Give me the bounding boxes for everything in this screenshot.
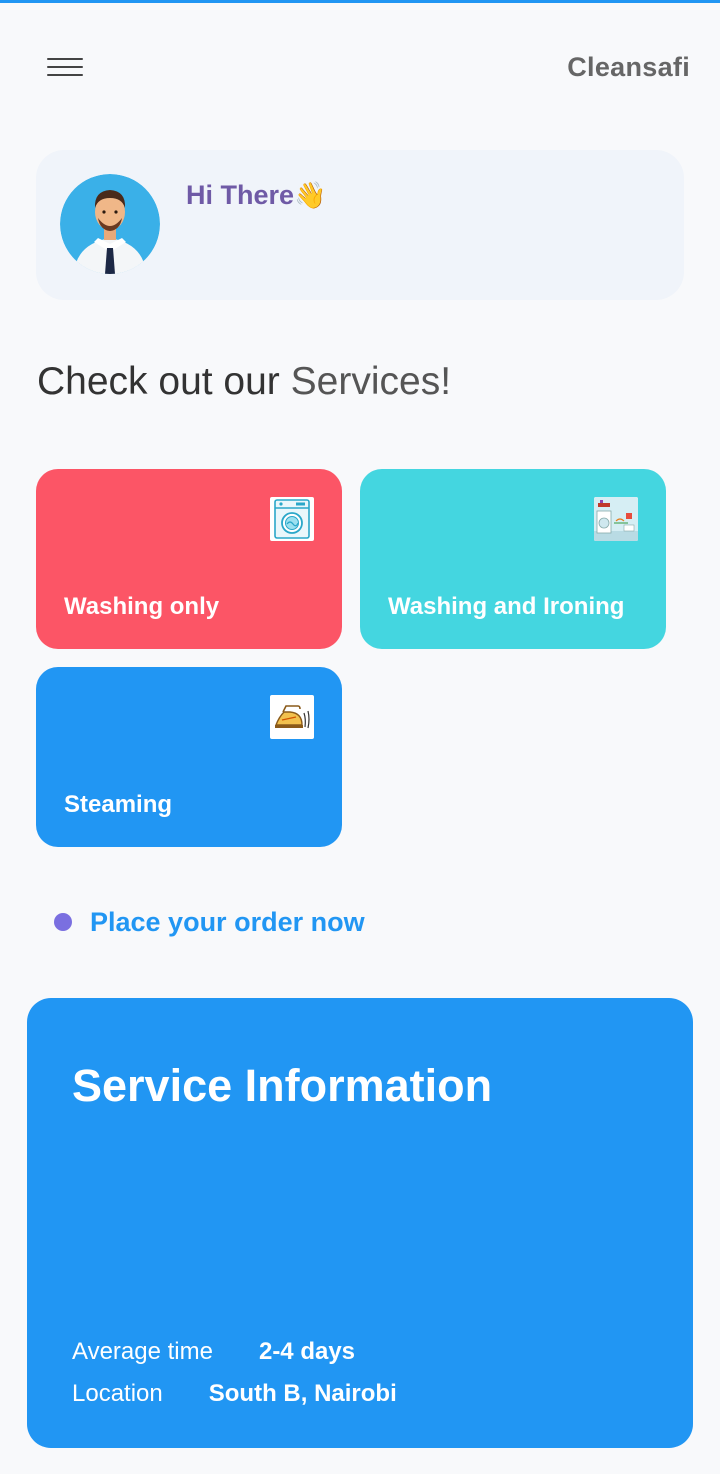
user-avatar-icon xyxy=(60,174,160,274)
service-information-title: Service Information xyxy=(72,1060,493,1111)
greeting-card: Hi There👋 xyxy=(36,150,684,300)
location-value: South B, Nairobi xyxy=(208,1380,397,1407)
greeting-text: Hi There👋 xyxy=(186,180,326,211)
services-heading: Check out our Services! xyxy=(37,360,451,404)
services-heading-prefix: Check out our xyxy=(37,360,280,403)
waving-hand-icon: 👋 xyxy=(294,180,327,210)
service-label: Washing only xyxy=(64,593,220,620)
service-information-card: Service Information Average time 2-4 day… xyxy=(27,998,693,1448)
average-time-label: Average time xyxy=(72,1338,213,1365)
place-order-label: Place your order now xyxy=(90,906,365,937)
avatar xyxy=(60,174,160,274)
service-card-steaming[interactable]: Steaming xyxy=(36,667,342,847)
top-accent-line xyxy=(0,0,720,3)
bullet-dot-icon xyxy=(54,913,72,931)
place-order-link[interactable]: Place your order now xyxy=(54,904,365,940)
service-label: Steaming xyxy=(64,791,173,818)
greeting-label: Hi There xyxy=(186,180,295,210)
service-card-washing-only[interactable]: Washing only xyxy=(36,469,342,649)
app-title: Cleansafi xyxy=(567,52,690,82)
hamburger-menu-icon[interactable] xyxy=(44,52,88,84)
washing-machine-icon xyxy=(270,497,314,541)
laundry-room-icon xyxy=(594,497,638,541)
service-label: Washing and Ironing xyxy=(388,593,625,620)
location-row: Location South B, Nairobi xyxy=(72,1380,397,1408)
service-card-washing-and-ironing[interactable]: Washing and Ironing xyxy=(360,469,666,649)
average-time-row: Average time 2-4 days xyxy=(72,1338,355,1366)
services-heading-accent: Services! xyxy=(290,360,452,403)
average-time-value: 2-4 days xyxy=(258,1338,356,1365)
location-label: Location xyxy=(72,1380,163,1407)
iron-icon xyxy=(270,695,314,739)
